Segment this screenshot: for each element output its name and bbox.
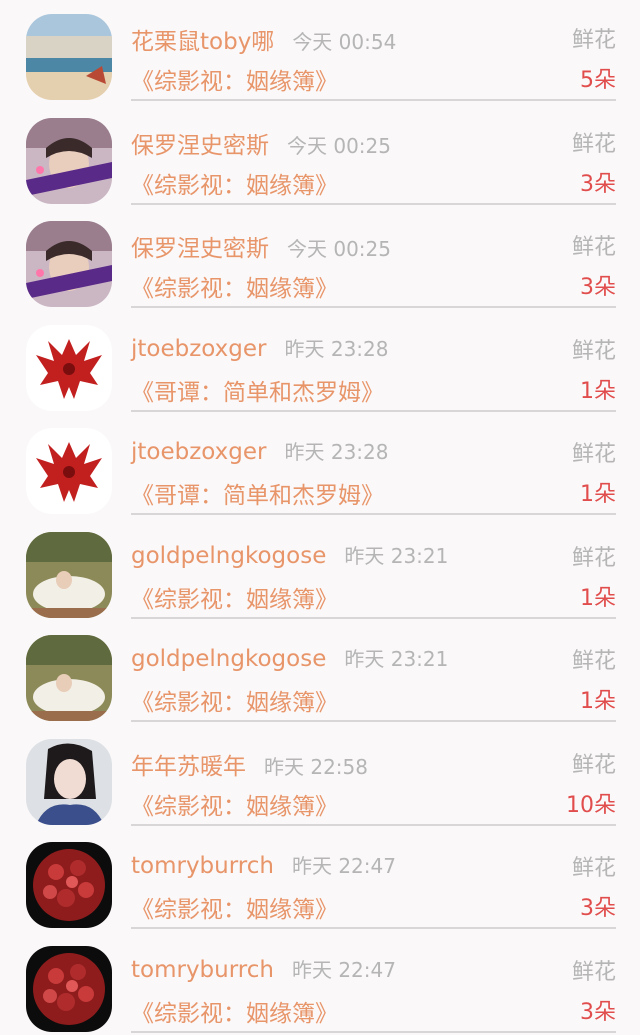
avatar[interactable] [26,739,112,825]
book-title[interactable]: 《综影视：姻缘簿》 [131,787,338,821]
sender-name-text[interactable]: tomryburrch [131,853,274,879]
sender-name-text[interactable]: jtoebzoxger [131,439,266,465]
avatar[interactable] [26,946,112,1032]
timestamp: 昨天 23:28 [284,337,388,361]
gift-count: 3朵 [580,269,616,301]
timestamp: 今天 00:54 [292,30,396,54]
list-item[interactable]: 保罗涅史密斯今天 00:25 鲜花 《综影视：姻缘簿》 3朵 [0,104,640,208]
gift-count: 1朵 [580,373,616,405]
timestamp: 今天 00:25 [287,134,391,158]
sender-name-text[interactable]: 花栗鼠toby哪 [131,29,274,55]
timestamp: 昨天 22:58 [264,755,368,779]
gift-type: 鲜花 [572,954,616,986]
avatar[interactable] [26,325,112,411]
list-item[interactable]: jtoebzoxger 昨天 23:28 鲜花 《哥谭：简单和杰罗姆》 1朵 [0,311,640,415]
gift-count: 3朵 [580,994,616,1026]
list-item[interactable]: goldpelngkogose 昨天 23:21 鲜花 《综影视：姻缘簿》 1朵 [0,621,640,725]
sender-name-text[interactable]: 保罗涅史密斯 [131,133,269,159]
divider [131,720,616,722]
list-item[interactable]: 花栗鼠toby哪今天 00:54 鲜花 《综影视：姻缘簿》 5朵 [0,0,640,104]
avatar[interactable] [26,842,112,928]
sender-name[interactable]: tomryburrch 昨天 22:47 [131,850,396,879]
gift-type: 鲜花 [572,747,616,779]
sender-name-text[interactable]: jtoebzoxger [131,336,266,362]
list-item[interactable]: tomryburrch 昨天 22:47 鲜花 《综影视：姻缘簿》 3朵 [0,932,640,1035]
book-title[interactable]: 《哥谭：简单和杰罗姆》 [131,476,384,510]
list-item[interactable]: tomryburrch 昨天 22:47 鲜花 《综影视：姻缘簿》 3朵 [0,828,640,932]
sender-name[interactable]: goldpelngkogose 昨天 23:21 [131,643,448,672]
book-title[interactable]: 《综影视：姻缘簿》 [131,580,338,614]
gift-count: 10朵 [566,787,616,819]
gift-type: 鲜花 [572,850,616,882]
divider [131,513,616,515]
gift-type: 鲜花 [572,643,616,675]
avatar[interactable] [26,221,112,307]
book-title[interactable]: 《综影视：姻缘簿》 [131,269,338,303]
sender-name-text[interactable]: tomryburrch [131,957,274,983]
gift-count: 1朵 [580,476,616,508]
divider [131,306,616,308]
book-title[interactable]: 《综影视：姻缘簿》 [131,62,338,96]
avatar[interactable] [26,14,112,100]
sender-name[interactable]: goldpelngkogose 昨天 23:21 [131,540,448,569]
gift-count: 1朵 [580,683,616,715]
timestamp: 昨天 22:47 [292,958,396,982]
sender-name[interactable]: jtoebzoxger 昨天 23:28 [131,333,388,362]
book-title[interactable]: 《综影视：姻缘簿》 [131,166,338,200]
avatar[interactable] [26,532,112,618]
avatar[interactable] [26,428,112,514]
gift-type: 鲜花 [572,22,616,54]
divider [131,1031,616,1033]
list-item[interactable]: goldpelngkogose 昨天 23:21 鲜花 《综影视：姻缘簿》 1朵 [0,518,640,622]
sender-name[interactable]: 年年苏暖年昨天 22:58 [131,747,368,781]
divider [131,927,616,929]
sender-name-text[interactable]: goldpelngkogose [131,543,326,569]
gift-type: 鲜花 [572,436,616,468]
divider [131,203,616,205]
divider [131,617,616,619]
book-title[interactable]: 《综影视：姻缘簿》 [131,994,338,1028]
sender-name-text[interactable]: 保罗涅史密斯 [131,236,269,262]
gift-count: 1朵 [580,580,616,612]
sender-name-text[interactable]: goldpelngkogose [131,646,326,672]
timestamp: 今天 00:25 [287,237,391,261]
divider [131,410,616,412]
timestamp: 昨天 23:28 [284,440,388,464]
gift-type: 鲜花 [572,229,616,261]
gift-count: 3朵 [580,890,616,922]
timestamp: 昨天 22:47 [292,854,396,878]
gift-type: 鲜花 [572,333,616,365]
sender-name[interactable]: 花栗鼠toby哪今天 00:54 [131,22,396,56]
timestamp: 昨天 23:21 [344,647,448,671]
sender-name[interactable]: 保罗涅史密斯今天 00:25 [131,126,391,160]
gift-type: 鲜花 [572,540,616,572]
gift-count: 5朵 [580,62,616,94]
sender-name-text[interactable]: 年年苏暖年 [131,754,246,780]
gift-count: 3朵 [580,166,616,198]
sender-name[interactable]: jtoebzoxger 昨天 23:28 [131,436,388,465]
list-item[interactable]: 保罗涅史密斯今天 00:25 鲜花 《综影视：姻缘簿》 3朵 [0,207,640,311]
book-title[interactable]: 《综影视：姻缘簿》 [131,683,338,717]
avatar[interactable] [26,118,112,204]
flower-gift-list: 花栗鼠toby哪今天 00:54 鲜花 《综影视：姻缘簿》 5朵 保罗涅史密斯今… [0,0,640,1035]
list-item[interactable]: jtoebzoxger 昨天 23:28 鲜花 《哥谭：简单和杰罗姆》 1朵 [0,414,640,518]
divider [131,99,616,101]
book-title[interactable]: 《哥谭：简单和杰罗姆》 [131,373,384,407]
book-title[interactable]: 《综影视：姻缘簿》 [131,890,338,924]
gift-type: 鲜花 [572,126,616,158]
sender-name[interactable]: 保罗涅史密斯今天 00:25 [131,229,391,263]
list-item[interactable]: 年年苏暖年昨天 22:58 鲜花 《综影视：姻缘簿》 10朵 [0,725,640,829]
timestamp: 昨天 23:21 [344,544,448,568]
sender-name[interactable]: tomryburrch 昨天 22:47 [131,954,396,983]
divider [131,824,616,826]
avatar[interactable] [26,635,112,721]
